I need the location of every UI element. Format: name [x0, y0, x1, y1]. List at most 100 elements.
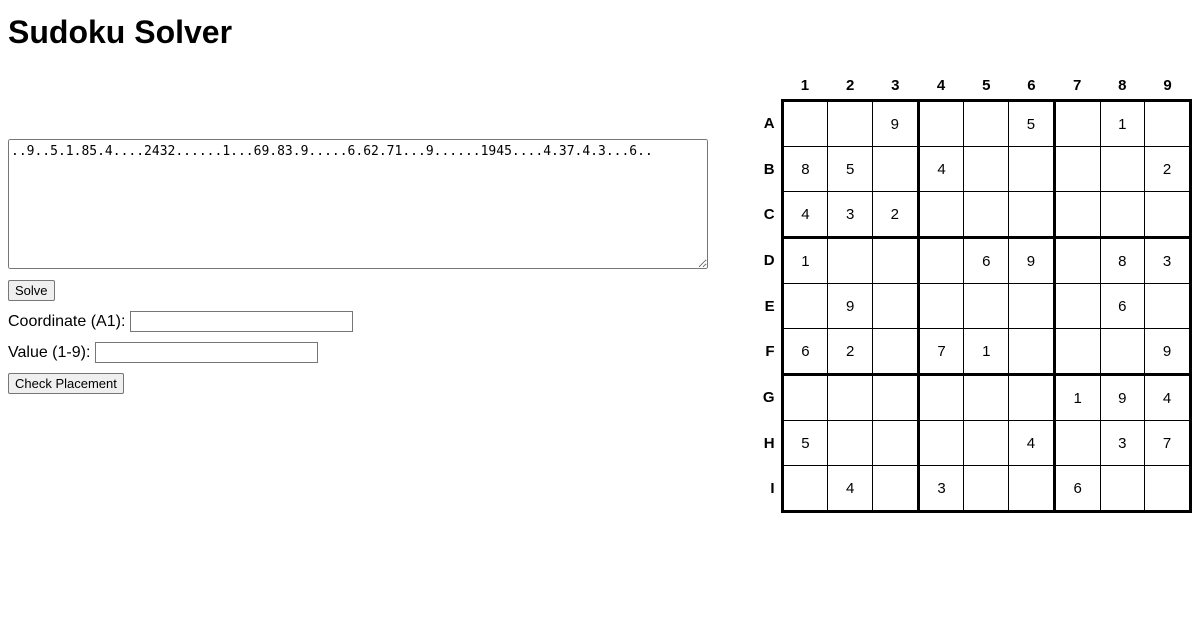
cell-G4 — [918, 375, 964, 421]
cell-I5 — [964, 466, 1009, 512]
cell-C9 — [1145, 192, 1191, 238]
col-header-2: 2 — [828, 71, 873, 101]
cell-I4: 3 — [918, 466, 964, 512]
cell-G6 — [1009, 375, 1055, 421]
row-header-I: I — [754, 466, 782, 512]
cell-B5 — [964, 147, 1009, 192]
cell-H8: 3 — [1100, 421, 1145, 466]
cell-I1 — [782, 466, 828, 512]
cell-E2: 9 — [828, 284, 873, 329]
cell-G3 — [872, 375, 918, 421]
col-header-6: 6 — [1009, 71, 1055, 101]
cell-E9 — [1145, 284, 1191, 329]
cell-D5: 6 — [964, 238, 1009, 284]
cell-C1: 4 — [782, 192, 828, 238]
cell-G8: 9 — [1100, 375, 1145, 421]
cell-G9: 4 — [1145, 375, 1191, 421]
cell-A9 — [1145, 101, 1191, 147]
col-header-7: 7 — [1054, 71, 1100, 101]
cell-A7 — [1054, 101, 1100, 147]
cell-G5 — [964, 375, 1009, 421]
cell-C3: 2 — [872, 192, 918, 238]
cell-G1 — [782, 375, 828, 421]
cell-A6: 5 — [1009, 101, 1055, 147]
cell-E7 — [1054, 284, 1100, 329]
cell-F6 — [1009, 329, 1055, 375]
cell-E5 — [964, 284, 1009, 329]
cell-B1: 8 — [782, 147, 828, 192]
cell-F3 — [872, 329, 918, 375]
cell-F4: 7 — [918, 329, 964, 375]
cell-G7: 1 — [1054, 375, 1100, 421]
cell-E8: 6 — [1100, 284, 1145, 329]
cell-D1: 1 — [782, 238, 828, 284]
cell-A8: 1 — [1100, 101, 1145, 147]
cell-B2: 5 — [828, 147, 873, 192]
cell-H5 — [964, 421, 1009, 466]
cell-A2 — [828, 101, 873, 147]
col-header-5: 5 — [964, 71, 1009, 101]
cell-I9 — [1145, 466, 1191, 512]
cell-I2: 4 — [828, 466, 873, 512]
col-header-8: 8 — [1100, 71, 1145, 101]
page-title: Sudoku Solver — [8, 14, 1192, 51]
cell-D7 — [1054, 238, 1100, 284]
cell-C8 — [1100, 192, 1145, 238]
cell-H9: 7 — [1145, 421, 1191, 466]
cell-H2 — [828, 421, 873, 466]
cell-A5 — [964, 101, 1009, 147]
cell-H1: 5 — [782, 421, 828, 466]
cell-B6 — [1009, 147, 1055, 192]
cell-C2: 3 — [828, 192, 873, 238]
solve-button[interactable]: Solve — [8, 280, 55, 301]
col-header-9: 9 — [1145, 71, 1191, 101]
cell-C6 — [1009, 192, 1055, 238]
puzzle-textarea[interactable] — [8, 139, 708, 269]
cell-H7 — [1054, 421, 1100, 466]
cell-F5: 1 — [964, 329, 1009, 375]
cell-C7 — [1054, 192, 1100, 238]
col-header-3: 3 — [872, 71, 918, 101]
cell-D6: 9 — [1009, 238, 1055, 284]
row-header-H: H — [754, 421, 782, 466]
cell-E4 — [918, 284, 964, 329]
check-placement-button[interactable]: Check Placement — [8, 373, 124, 394]
cell-C5 — [964, 192, 1009, 238]
cell-B8 — [1100, 147, 1145, 192]
cell-I8 — [1100, 466, 1145, 512]
coordinate-label: Coordinate (A1): — [8, 313, 125, 330]
cell-B4: 4 — [918, 147, 964, 192]
cell-B7 — [1054, 147, 1100, 192]
cell-D9: 3 — [1145, 238, 1191, 284]
cell-I6 — [1009, 466, 1055, 512]
cell-B3 — [872, 147, 918, 192]
cell-H4 — [918, 421, 964, 466]
cell-A1 — [782, 101, 828, 147]
col-header-1: 1 — [782, 71, 828, 101]
cell-F9: 9 — [1145, 329, 1191, 375]
row-header-D: D — [754, 238, 782, 284]
cell-I7: 6 — [1054, 466, 1100, 512]
cell-A4 — [918, 101, 964, 147]
cell-D8: 8 — [1100, 238, 1145, 284]
row-header-F: F — [754, 329, 782, 375]
cell-E6 — [1009, 284, 1055, 329]
row-header-C: C — [754, 192, 782, 238]
cell-E3 — [872, 284, 918, 329]
value-input[interactable] — [95, 342, 318, 363]
row-header-B: B — [754, 147, 782, 192]
cell-F8 — [1100, 329, 1145, 375]
cell-G2 — [828, 375, 873, 421]
cell-A3: 9 — [872, 101, 918, 147]
value-label: Value (1-9): — [8, 344, 90, 361]
cell-E1 — [782, 284, 828, 329]
cell-C4 — [918, 192, 964, 238]
cell-H6: 4 — [1009, 421, 1055, 466]
sudoku-grid: 123456789A951B8542C432D16983E96F62719G19… — [754, 71, 1192, 513]
cell-F2: 2 — [828, 329, 873, 375]
row-header-G: G — [754, 375, 782, 421]
coordinate-input[interactable] — [130, 311, 353, 332]
cell-F1: 6 — [782, 329, 828, 375]
col-header-4: 4 — [918, 71, 964, 101]
cell-D2 — [828, 238, 873, 284]
